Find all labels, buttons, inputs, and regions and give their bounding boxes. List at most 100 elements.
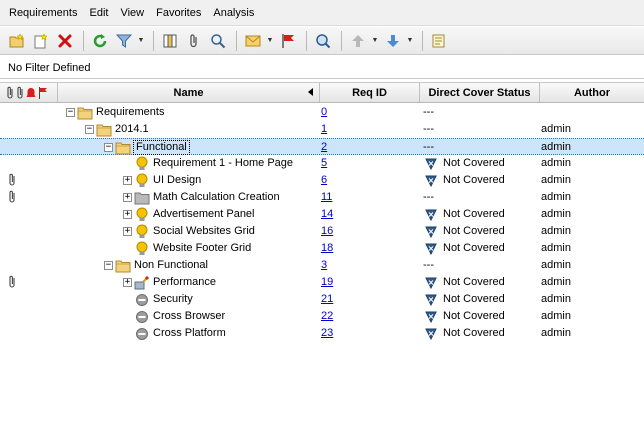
flag-icon[interactable] [277, 30, 299, 52]
table-row[interactable]: + Advertisement Panel 14 Not Covered admin [0, 206, 644, 223]
requirement-name[interactable]: UI Design [152, 172, 202, 189]
send-mail-icon[interactable] [242, 30, 264, 52]
collapse-icon[interactable]: − [104, 261, 113, 270]
flag-column-icon [39, 86, 47, 99]
table-row[interactable]: Requirement 1 - Home Page 5 Not Covered adm… [0, 155, 644, 172]
expand-icon[interactable]: + [123, 193, 132, 202]
req-id-link[interactable]: 19 [321, 276, 333, 288]
req-id-link[interactable]: 21 [321, 293, 333, 305]
name-cell: − Functional [58, 139, 320, 156]
req-id-cell: 3 [321, 257, 421, 274]
filter-dropdown-icon[interactable]: ▼ [137, 30, 145, 52]
expand-icon[interactable]: + [123, 176, 132, 185]
req-id-link[interactable]: 14 [321, 208, 333, 220]
table-row[interactable]: − Non Functional 3 --- admin [0, 257, 644, 274]
attachment-icon[interactable] [183, 30, 205, 52]
requirement-name[interactable]: Social Websites Grid [152, 223, 256, 240]
author-cell: admin [541, 157, 571, 169]
table-row[interactable]: + Math Calculation Creation 11 --- admin [0, 189, 644, 206]
not-covered-icon [423, 224, 439, 240]
requirement-name[interactable]: Cross Platform [152, 325, 227, 342]
requirement-name[interactable]: Non Functional [133, 257, 209, 274]
status-cell: --- [421, 189, 541, 206]
req-id-cell: 6 [321, 172, 421, 189]
expand-icon[interactable]: + [123, 227, 132, 236]
table-row[interactable]: + UI Design 6 Not Covered admin [0, 172, 644, 189]
req-id-link[interactable]: 3 [321, 259, 327, 271]
menu-edit[interactable]: Edit [83, 0, 114, 26]
filter-icon[interactable] [113, 30, 135, 52]
indicator-columns-header[interactable] [0, 83, 58, 102]
requirement-name[interactable]: Functional [133, 140, 190, 155]
toolbar-separator [341, 30, 342, 51]
zoom-icon[interactable] [207, 30, 229, 52]
move-down-dropdown-icon[interactable]: ▼ [406, 30, 414, 52]
not-covered-icon [423, 241, 439, 257]
menu-view[interactable]: View [114, 0, 150, 26]
req-id-link[interactable]: 2 [321, 141, 327, 153]
requirement-name[interactable]: Website Footer Grid [152, 240, 252, 257]
status-text: Not Covered [443, 174, 505, 186]
table-row[interactable]: Security 21 Not Covered admin [0, 291, 644, 308]
delete-icon[interactable] [54, 30, 76, 52]
expand-icon[interactable]: + [123, 210, 132, 219]
collapse-icon[interactable]: − [104, 143, 113, 152]
menu-analysis[interactable]: Analysis [207, 0, 260, 26]
menu-requirements[interactable]: Requirements [4, 0, 83, 26]
notes-icon[interactable] [428, 30, 450, 52]
mail-dropdown-icon[interactable]: ▼ [266, 30, 274, 52]
collapse-icon[interactable]: − [66, 108, 75, 117]
req-id-cell: 0 [321, 104, 421, 121]
refresh-icon[interactable] [89, 30, 111, 52]
expand-icon[interactable]: + [123, 278, 132, 287]
table-row[interactable]: Cross Platform 23 Not Covered admin [0, 325, 644, 342]
table-row[interactable]: + Performance 19 Not Covered admin [0, 274, 644, 291]
requirement-name[interactable]: Performance [152, 274, 217, 291]
requirement-name[interactable]: Math Calculation Creation [152, 189, 281, 206]
table-row[interactable]: + Social Websites Grid 16 Not Covered admin [0, 223, 644, 240]
req-id-link[interactable]: 22 [321, 310, 333, 322]
find-icon[interactable] [312, 30, 334, 52]
requirement-name[interactable]: Requirement 1 - Home Page [152, 155, 294, 172]
status-column-header[interactable]: Direct Cover Status [420, 83, 540, 102]
req-id-link[interactable]: 0 [321, 106, 327, 118]
new-folder-icon[interactable] [6, 30, 28, 52]
requirement-name[interactable]: Cross Browser [152, 308, 226, 325]
table-row[interactable]: − Requirements 0 --- [0, 104, 644, 121]
requirement-name[interactable]: 2014.1 [114, 121, 150, 138]
name-cell: − Non Functional [58, 257, 320, 274]
move-up-dropdown-icon[interactable]: ▼ [371, 30, 379, 52]
status-text: Not Covered [443, 293, 505, 305]
req-id-link[interactable]: 6 [321, 174, 327, 186]
tree-node: + Performance [123, 274, 217, 291]
requirement-name[interactable]: Advertisement Panel [152, 206, 256, 223]
table-row[interactable]: − Functional 2 --- admin [0, 138, 644, 155]
req-id-link[interactable]: 18 [321, 242, 333, 254]
status-cell: Not Covered [421, 240, 541, 257]
req-id-link[interactable]: 23 [321, 327, 333, 339]
author-column-header[interactable]: Author [540, 83, 644, 102]
table-row[interactable]: − 2014.1 1 --- admin [0, 121, 644, 138]
table-row[interactable]: Cross Browser 22 Not Covered admin [0, 308, 644, 325]
req-id-link[interactable]: 5 [321, 157, 327, 169]
req-id-link[interactable]: 1 [321, 123, 327, 135]
move-down-icon[interactable] [382, 30, 404, 52]
collapse-icon[interactable]: − [85, 125, 94, 134]
gray-circle-icon [134, 309, 150, 325]
req-id-link[interactable]: 16 [321, 225, 333, 237]
move-up-icon[interactable] [347, 30, 369, 52]
select-columns-icon[interactable] [159, 30, 181, 52]
new-requirement-icon[interactable] [30, 30, 52, 52]
name-column-header[interactable]: Name [58, 83, 320, 102]
requirement-name[interactable]: Security [152, 291, 194, 308]
req-id-link[interactable]: 11 [321, 191, 332, 203]
req-id-cell: 14 [321, 206, 421, 223]
menu-favorites[interactable]: Favorites [150, 0, 207, 26]
lightbulb-icon [134, 224, 150, 240]
requirement-name[interactable]: Requirements [95, 104, 165, 121]
status-text: Not Covered [443, 276, 505, 288]
req-id-column-header[interactable]: Req ID [320, 83, 420, 102]
sort-arrow-icon[interactable] [308, 88, 313, 96]
table-row[interactable]: Website Footer Grid 18 Not Covered admin [0, 240, 644, 257]
tree-node: Cross Platform [123, 325, 227, 342]
